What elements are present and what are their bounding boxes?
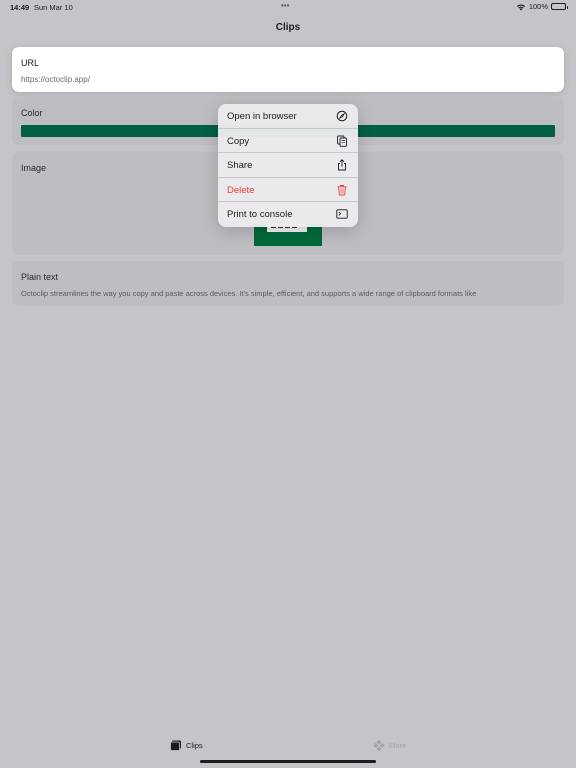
- clip-type-label: Color: [21, 108, 43, 118]
- menu-item-label: Open in browser: [227, 111, 297, 122]
- wifi-icon: [516, 3, 526, 10]
- more-icon: [373, 740, 385, 751]
- tab-label: More: [389, 741, 407, 750]
- clip-type-label: Plain text: [21, 272, 59, 282]
- status-date: Sun Mar 10: [34, 3, 73, 12]
- status-time: 14:49: [10, 3, 30, 12]
- clip-type-label: Image: [21, 163, 47, 173]
- menu-item-print-to-console[interactable]: Print to console: [218, 202, 358, 227]
- page-title: Clips: [275, 22, 301, 33]
- multitasking-dots[interactable]: •••: [281, 1, 289, 10]
- clip-card-url[interactable]: URL https://octoclip.app/: [12, 47, 564, 92]
- clip-url-value: https://octoclip.app/: [21, 75, 90, 84]
- clips-icon: [170, 740, 181, 751]
- menu-item-delete[interactable]: Delete: [218, 178, 358, 203]
- tab-clips[interactable]: Clips: [170, 740, 203, 751]
- menu-item-copy[interactable]: Copy: [218, 129, 358, 154]
- menu-item-label: Print to console: [227, 209, 293, 221]
- clip-plain-text-value: Octoclip streamlines the way you copy an…: [21, 289, 477, 298]
- clip-card-plain-text[interactable]: Plain text Octoclip streamlines the way …: [12, 261, 564, 306]
- battery-percent: 100%: [528, 2, 548, 11]
- compass-icon: [336, 110, 348, 122]
- terminal-icon: [336, 209, 348, 220]
- context-menu: Open in browser Copy Share Delete Print …: [218, 104, 358, 227]
- clip-type-label: URL: [21, 58, 40, 68]
- trash-icon: [337, 184, 347, 196]
- share-icon: [338, 159, 346, 171]
- copy-icon: [337, 135, 347, 147]
- menu-item-label: Share: [227, 160, 253, 172]
- menu-item-label: Delete: [227, 184, 255, 196]
- tab-more[interactable]: More: [373, 740, 406, 751]
- home-indicator[interactable]: [200, 760, 376, 763]
- status-bar: 14:49 Sun Mar 10 ••• 100%: [0, 0, 576, 14]
- menu-item-label: Copy: [227, 135, 250, 147]
- tab-label: Clips: [186, 741, 203, 750]
- menu-item-open-in-browser[interactable]: Open in browser: [218, 104, 358, 129]
- battery-icon: [551, 3, 568, 10]
- image-thumbnail: [254, 224, 322, 246]
- status-right: 100%: [516, 2, 568, 11]
- menu-item-share[interactable]: Share: [218, 153, 358, 178]
